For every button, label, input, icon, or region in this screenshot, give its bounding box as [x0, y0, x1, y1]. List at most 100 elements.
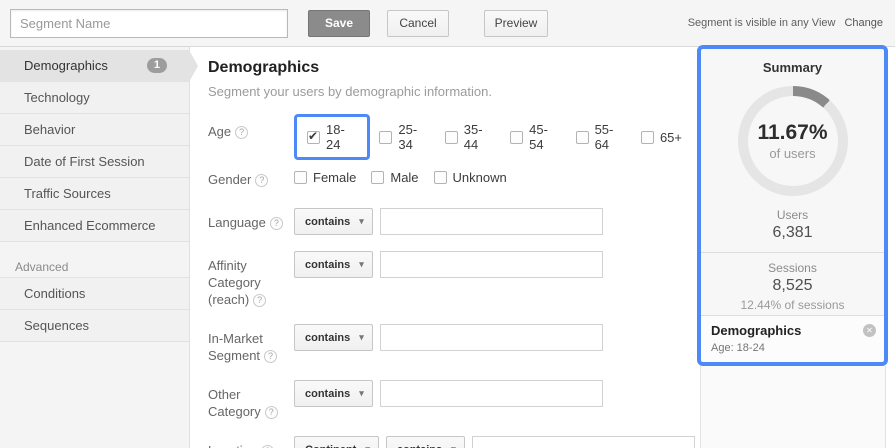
sidebar: Demographics 1 Technology Behavior Date …	[0, 47, 190, 448]
caret-down-icon	[359, 332, 364, 343]
sidebar-item-conditions[interactable]: Conditions	[0, 278, 189, 310]
segment-visibility-note: Segment is visible in any View Change	[688, 17, 883, 29]
checkbox-65plus[interactable]	[641, 131, 654, 144]
gender-option-unknown[interactable]: Unknown	[434, 170, 507, 185]
age-option-55-64[interactable]: 55-64	[576, 122, 626, 152]
filter-count-badge: 1	[147, 58, 167, 73]
in-market-operator-dropdown[interactable]: contains	[294, 324, 373, 351]
sidebar-item-label: Conditions	[24, 286, 85, 301]
sidebar-item-behavior[interactable]: Behavior	[0, 114, 189, 146]
gender-option-male[interactable]: Male	[371, 170, 418, 185]
checkbox-label: 35-44	[464, 122, 495, 152]
in-market-value-input[interactable]	[380, 324, 603, 351]
other-category-label: Other Category	[208, 380, 294, 420]
sidebar-item-label: Technology	[24, 90, 90, 105]
checkbox-male[interactable]	[371, 171, 384, 184]
change-visibility-link[interactable]: Change	[844, 17, 883, 29]
age-option-18-24-selected[interactable]: 18-24	[294, 114, 370, 160]
close-icon[interactable]	[863, 324, 876, 337]
location-dimension-dropdown[interactable]: Continent	[294, 436, 379, 448]
checkbox-18-24-checked[interactable]	[307, 131, 320, 144]
checkbox-label: 25-34	[398, 122, 429, 152]
age-label: Age	[208, 114, 294, 140]
language-row: Language contains	[206, 208, 697, 235]
sessions-metric: Sessions 8,525 12.44% of sessions	[701, 261, 884, 312]
caret-down-icon	[359, 259, 364, 270]
help-icon[interactable]	[265, 406, 278, 419]
sidebar-item-sequences[interactable]: Sequences	[0, 310, 189, 342]
sidebar-item-label: Sequences	[24, 318, 89, 333]
dropdown-value: contains	[305, 259, 350, 271]
other-category-value-input[interactable]	[380, 380, 603, 407]
users-percent-value: 11.67%	[757, 121, 827, 145]
location-row: Location Continent contains	[206, 436, 697, 448]
checkbox-35-44[interactable]	[445, 131, 458, 144]
sessions-percent: 12.44% of sessions	[701, 298, 884, 312]
other-category-operator-dropdown[interactable]: contains	[294, 380, 373, 407]
sidebar-item-traffic-sources[interactable]: Traffic Sources	[0, 178, 189, 210]
checkbox-55-64[interactable]	[576, 131, 589, 144]
caret-down-icon	[359, 388, 364, 399]
gender-options: Female Male Unknown	[294, 170, 522, 185]
location-value-input[interactable]	[472, 436, 695, 448]
users-label: Users	[701, 208, 884, 222]
checkbox-label: 55-64	[595, 122, 626, 152]
sidebar-item-label: Traffic Sources	[24, 186, 111, 201]
topbar: Save Cancel Preview Segment is visible i…	[0, 0, 895, 47]
applied-filter-detail: Age: 18-24	[711, 342, 874, 354]
sidebar-item-technology[interactable]: Technology	[0, 82, 189, 114]
sidebar-item-label: Demographics	[24, 58, 108, 73]
language-value-input[interactable]	[380, 208, 603, 235]
preview-button[interactable]: Preview	[484, 10, 548, 37]
gender-option-female[interactable]: Female	[294, 170, 356, 185]
page-title: Demographics	[208, 59, 697, 77]
dropdown-value: contains	[305, 216, 350, 228]
checkbox-female[interactable]	[294, 171, 307, 184]
sidebar-item-enhanced-ecommerce[interactable]: Enhanced Ecommerce	[0, 210, 189, 242]
donut-chart: 11.67% of users	[738, 86, 848, 196]
location-label: Location	[208, 436, 294, 448]
caret-down-icon	[365, 444, 370, 448]
affinity-value-input[interactable]	[380, 251, 603, 278]
dropdown-value: contains	[397, 444, 442, 448]
dropdown-value: contains	[305, 388, 350, 400]
checkbox-label: 18-24	[326, 122, 357, 152]
sidebar-item-demographics[interactable]: Demographics 1	[0, 50, 189, 82]
summary-panel-extension	[700, 366, 886, 448]
save-button[interactable]: Save	[308, 10, 370, 37]
checkbox-label: Female	[313, 170, 356, 185]
age-option-35-44[interactable]: 35-44	[445, 122, 495, 152]
applied-filter-title: Demographics	[711, 323, 874, 338]
age-option-25-34[interactable]: 25-34	[379, 122, 429, 152]
help-icon[interactable]	[270, 217, 283, 230]
users-percent-label: of users	[769, 146, 815, 161]
affinity-category-label: Affinity Category (reach)	[208, 251, 294, 308]
help-icon[interactable]	[253, 294, 266, 307]
language-operator-dropdown[interactable]: contains	[294, 208, 373, 235]
page-subtitle: Segment your users by demographic inform…	[208, 84, 697, 99]
age-row: Age 18-24 25-34 35-44 45-54	[206, 114, 697, 160]
checkbox-label: 45-54	[529, 122, 560, 152]
sidebar-item-date-of-first-session[interactable]: Date of First Session	[0, 146, 189, 178]
donut-center: 11.67% of users	[748, 96, 838, 186]
summary-title: Summary	[701, 60, 884, 75]
checkbox-25-34[interactable]	[379, 131, 392, 144]
age-option-45-54[interactable]: 45-54	[510, 122, 560, 152]
help-icon[interactable]	[264, 350, 277, 363]
segment-name-input[interactable]	[10, 9, 288, 38]
users-value: 6,381	[701, 224, 884, 242]
other-category-row: Other Category contains	[206, 380, 697, 420]
in-market-segment-row: In-Market Segment contains	[206, 324, 697, 364]
help-icon[interactable]	[255, 174, 268, 187]
help-icon[interactable]	[235, 126, 248, 139]
cancel-button[interactable]: Cancel	[387, 10, 449, 37]
checkbox-unknown[interactable]	[434, 171, 447, 184]
visibility-text: Segment is visible in any View	[688, 17, 836, 29]
location-operator-dropdown[interactable]: contains	[386, 436, 465, 448]
affinity-operator-dropdown[interactable]: contains	[294, 251, 373, 278]
age-option-65plus[interactable]: 65+	[641, 130, 682, 145]
sidebar-item-label: Enhanced Ecommerce	[24, 218, 156, 233]
applied-filter-card: Demographics Age: 18-24	[701, 315, 884, 362]
checkbox-45-54[interactable]	[510, 131, 523, 144]
segment-builder-screen: Save Cancel Preview Segment is visible i…	[0, 0, 895, 448]
